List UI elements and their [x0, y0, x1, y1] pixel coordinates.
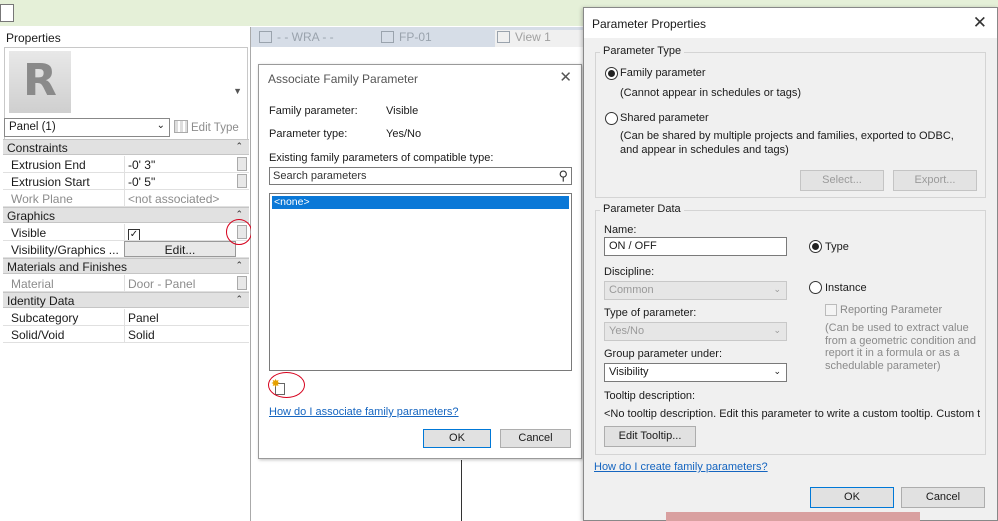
family-parameter-label: Family parameter	[620, 67, 706, 79]
tooltip-label: Tooltip description:	[604, 390, 696, 402]
group-constraints[interactable]: Constraints ⌃	[3, 139, 249, 155]
discipline-select: Common ⌄	[604, 281, 787, 300]
type-radio[interactable]	[809, 240, 822, 253]
chevron-down-icon: ⌄	[156, 120, 165, 131]
name-label: Name:	[604, 224, 637, 236]
parameter-data-group: Parameter Data Name: ON / OFF Type Disci…	[595, 203, 986, 455]
help-link[interactable]: How do I create family parameters?	[594, 461, 768, 473]
instance-filter-select[interactable]: Panel (1) ⌄	[4, 118, 170, 137]
dialog-title: Associate Family Parameter	[268, 72, 419, 86]
edit-type-icon	[174, 120, 188, 133]
associate-parameter-button[interactable]	[237, 276, 247, 290]
close-icon[interactable]: ✕	[973, 13, 987, 33]
ok-button[interactable]: OK	[423, 429, 491, 448]
reporting-parameter-label: Reporting Parameter	[840, 304, 943, 316]
close-icon[interactable]: ✕	[559, 68, 572, 86]
tab-fp-01[interactable]: FP-01	[379, 30, 479, 47]
row-extrusion-start[interactable]: Extrusion Start -0' 5"	[3, 173, 249, 190]
collapse-icon[interactable]: ⌃	[235, 260, 243, 271]
tab-view-1[interactable]: View 1	[495, 30, 586, 47]
group-materials[interactable]: Materials and Finishes ⌃	[3, 258, 249, 274]
cancel-button[interactable]: Cancel	[901, 487, 985, 508]
visible-checkbox[interactable]: ✓	[128, 229, 140, 240]
family-parameter-label: Family parameter:	[269, 105, 358, 117]
discipline-label: Discipline:	[604, 266, 655, 278]
canvas-element	[666, 512, 920, 521]
instance-radio[interactable]	[809, 281, 822, 294]
row-subcategory[interactable]: Subcategory Panel	[3, 309, 249, 326]
row-extrusion-end[interactable]: Extrusion End -0' 3"	[3, 156, 249, 173]
row-material[interactable]: Material Door - Panel	[3, 275, 249, 292]
group-under-label: Group parameter under:	[604, 348, 723, 360]
reporting-parameter-checkbox	[825, 304, 837, 316]
row-visible[interactable]: Visible ✓	[3, 224, 249, 241]
parameter-properties-dialog: Parameter Properties ✕ Parameter Type Fa…	[583, 7, 998, 521]
reporting-note: (Can be used to extract value from a geo…	[825, 322, 977, 372]
ok-button[interactable]: OK	[810, 487, 894, 508]
list-item[interactable]: <none>	[272, 196, 569, 209]
family-parameter-radio[interactable]	[605, 67, 618, 80]
chevron-down-icon[interactable]: ▼	[233, 86, 242, 96]
parameter-list[interactable]: <none>	[269, 193, 572, 371]
associate-family-parameter-dialog: Associate Family Parameter ✕ Family para…	[258, 64, 582, 459]
parameter-type-group: Parameter Type Family parameter (Cannot …	[595, 45, 986, 198]
associate-parameter-button[interactable]	[237, 174, 247, 188]
chevron-down-icon: ⌄	[773, 325, 781, 335]
select-button[interactable]: Select...	[800, 170, 884, 191]
associate-parameter-button[interactable]	[237, 157, 247, 171]
type-of-parameter-select: Yes/No ⌄	[604, 322, 787, 341]
edit-tooltip-button[interactable]: Edit Tooltip...	[604, 426, 696, 447]
floor-plan-icon	[381, 31, 394, 43]
group-identity-data[interactable]: Identity Data ⌃	[3, 292, 249, 308]
name-input[interactable]: ON / OFF	[604, 237, 787, 256]
family-parameter-note: (Cannot appear in schedules or tags)	[620, 87, 801, 99]
existing-parameters-label: Existing family parameters of compatible…	[269, 152, 494, 164]
help-link[interactable]: How do I associate family parameters?	[269, 406, 459, 418]
floor-plan-icon	[259, 31, 272, 43]
row-visibility-graphics[interactable]: Visibility/Graphics ... Edit...	[3, 241, 249, 258]
tab-wra[interactable]: - - WRA - -	[257, 30, 367, 47]
toolbar-input[interactable]	[0, 4, 14, 22]
collapse-icon[interactable]: ⌃	[235, 294, 243, 305]
annotation-circle	[268, 372, 305, 398]
visibility-edit-button[interactable]: Edit...	[124, 241, 236, 257]
chevron-down-icon: ⌄	[773, 366, 781, 376]
properties-palette: Properties R ▼ Panel (1) ⌄ Edit Type Cons…	[0, 27, 252, 521]
shared-parameter-label: Shared parameter	[620, 112, 709, 124]
shared-parameter-radio[interactable]	[605, 112, 618, 125]
view-tabs: - - WRA - - FP-01 View 1	[251, 27, 586, 47]
type-radio-label: Type	[825, 241, 849, 253]
group-graphics[interactable]: Graphics ⌃	[3, 207, 249, 223]
shared-parameter-note: (Can be shared by multiple projects and …	[620, 130, 954, 156]
parameter-type-value: Yes/No	[386, 128, 422, 140]
canvas-line	[461, 460, 462, 521]
parameter-type-label: Parameter type:	[269, 128, 348, 140]
revit-logo: R	[9, 51, 71, 113]
export-button[interactable]: Export...	[893, 170, 977, 191]
cancel-button[interactable]: Cancel	[500, 429, 571, 448]
family-parameter-value: Visible	[386, 105, 419, 117]
row-solid-void[interactable]: Solid/Void Solid	[3, 326, 249, 343]
tooltip-description: <No tooltip description. Edit this param…	[604, 408, 980, 420]
dialog-title: Parameter Properties	[592, 17, 707, 31]
instance-radio-label: Instance	[825, 282, 867, 294]
type-of-parameter-label: Type of parameter:	[604, 307, 697, 319]
edit-type-button[interactable]: Edit Type	[174, 118, 248, 137]
row-work-plane: Work Plane <not associated>	[3, 190, 249, 207]
group-under-select[interactable]: Visibility ⌄	[604, 363, 787, 382]
collapse-icon[interactable]: ⌃	[235, 141, 243, 152]
properties-title: Properties	[6, 31, 61, 45]
3d-view-icon	[497, 31, 510, 43]
chevron-down-icon: ⌄	[773, 284, 781, 294]
annotation-circle	[226, 219, 252, 245]
search-icon[interactable]: ⚲	[558, 168, 568, 184]
search-input[interactable]: Search parameters ⚲	[269, 167, 572, 185]
